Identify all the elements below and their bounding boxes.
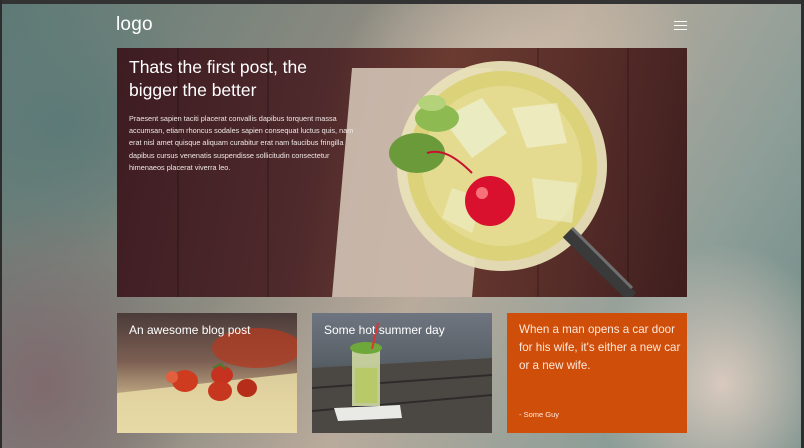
hamburger-menu-icon[interactable] <box>674 20 688 31</box>
featured-post[interactable]: Thats the first post, the bigger the bet… <box>117 48 687 297</box>
quote-text: When a man opens a car door for his wife… <box>519 323 681 373</box>
card-title[interactable]: Some hot summer day <box>324 323 445 337</box>
quote-card: When a man opens a car door for his wife… <box>507 313 687 433</box>
post-card-awesome-blog-post[interactable]: An awesome blog post <box>117 313 297 433</box>
card-title[interactable]: An awesome blog post <box>129 323 250 337</box>
cocktail-image <box>332 61 637 297</box>
post-card-hot-summer-day[interactable]: Some hot summer day <box>312 313 492 433</box>
site-logo[interactable]: logo <box>116 14 153 36</box>
quote-author: - Some Guy <box>519 410 560 419</box>
hero-title[interactable]: Thats the first post, the bigger the bet… <box>129 56 349 102</box>
hero-excerpt: Praesent sapien taciti placerat convalli… <box>129 114 354 172</box>
window-left-border <box>0 0 2 448</box>
